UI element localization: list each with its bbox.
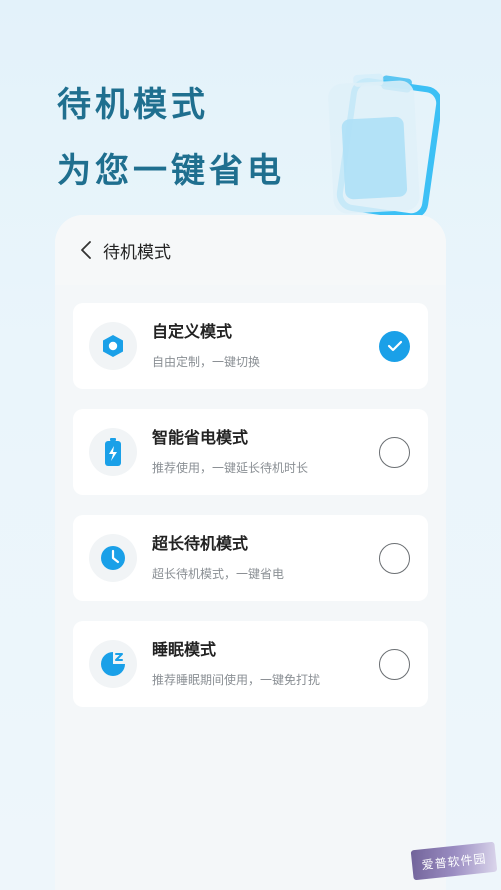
mode-name: 睡眠模式 <box>152 639 217 659</box>
radio-unchecked[interactable] <box>379 436 410 468</box>
panel-title: 待机模式 <box>103 242 171 263</box>
mode-name: 智能省电模式 <box>152 427 249 447</box>
panel-header: 待机模式 <box>55 215 446 285</box>
hexagon-icon <box>89 322 137 370</box>
mode-item-long-standby[interactable]: 超长待机模式 超长待机模式，一键省电 <box>73 515 428 601</box>
mode-desc: 推荐使用，一键延长待机时长 <box>152 461 309 476</box>
mode-item-smart-saving[interactable]: 智能省电模式 推荐使用，一键延长待机时长 <box>73 409 428 495</box>
mode-desc: 自由定制，一键切换 <box>152 355 261 370</box>
battery-illustration <box>325 70 443 220</box>
battery-bolt-icon <box>89 428 137 476</box>
radio-unchecked[interactable] <box>379 648 410 680</box>
mode-desc: 超长待机模式，一键省电 <box>152 567 285 582</box>
mode-name: 自定义模式 <box>152 321 233 341</box>
radio-unchecked[interactable] <box>379 542 410 574</box>
hero-title-line1: 待机模式 <box>57 85 209 125</box>
mode-list: 自定义模式 自由定制，一键切换 智能省电模式 推荐使用，一键延长待机时长 超长待… <box>55 285 446 707</box>
clock-icon <box>89 534 137 582</box>
hero-title-line2: 为您一键省电 <box>57 151 285 191</box>
mode-item-sleep[interactable]: 睡眠模式 推荐睡眠期间使用，一键免打扰 <box>73 621 428 707</box>
mode-desc: 推荐睡眠期间使用，一键免打扰 <box>152 673 321 688</box>
radio-checked[interactable] <box>379 330 410 362</box>
sleep-moon-icon <box>89 640 137 688</box>
mode-settings-panel: 待机模式 自定义模式 自由定制，一键切换 智能省电模式 推荐使用，一键延长待机时… <box>55 215 446 890</box>
mode-name: 超长待机模式 <box>152 533 249 553</box>
mode-item-custom[interactable]: 自定义模式 自由定制，一键切换 <box>73 303 428 389</box>
back-button[interactable] <box>75 239 97 261</box>
chevron-left-icon <box>81 241 91 259</box>
checkmark-icon <box>387 340 402 352</box>
watermark-text: 爱普软件园 <box>420 851 488 872</box>
